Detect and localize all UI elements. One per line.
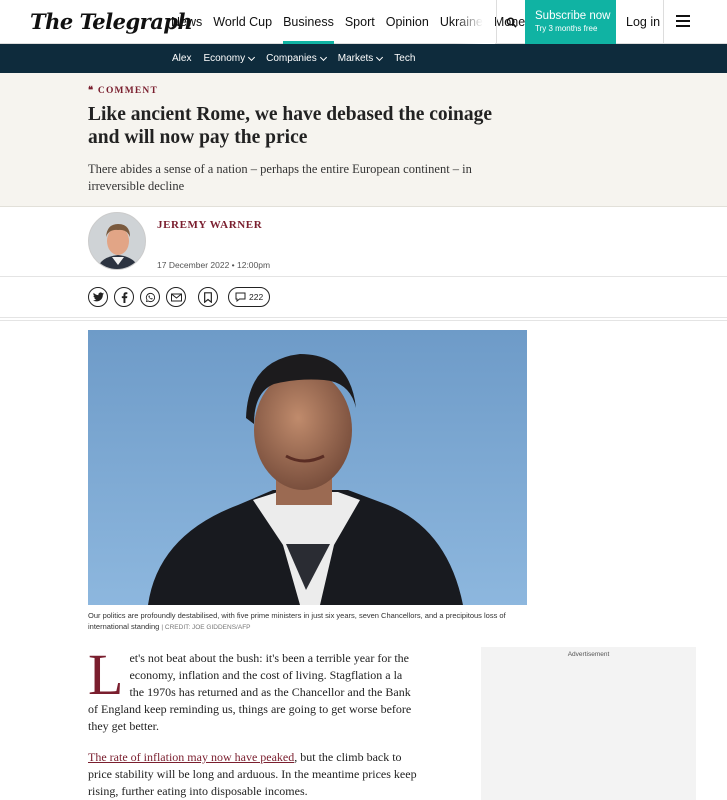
business-subnav: Alex Economy Companies Markets Tech [0, 44, 727, 73]
section-name: COMMENT [97, 86, 159, 96]
subscribe-label: Subscribe now [535, 10, 611, 22]
hamburger-menu-icon[interactable] [676, 15, 690, 27]
nav-world-cup[interactable]: World Cup [213, 0, 272, 44]
search-icon [506, 17, 517, 28]
bookmark-button[interactable] [198, 287, 218, 307]
portrait-photo [88, 330, 527, 605]
caption-text: Our politics are profoundly destabilised… [88, 611, 506, 631]
article-standfirst: There abides a sense of a nation – perha… [88, 162, 472, 193]
subnav-label: Alex [172, 53, 192, 64]
publish-date: 17 December 2022 • 12:00pm [157, 260, 271, 270]
nav-divider [663, 0, 664, 44]
author-portrait [89, 213, 145, 269]
image-credit: | CREDIT: JOE GIDDENS/AFP [161, 624, 251, 631]
whatsapp-icon [145, 292, 155, 302]
divider [0, 320, 727, 321]
author-name[interactable]: JEREMY WARNER [157, 219, 262, 231]
nav-fade-overlay [455, 0, 495, 44]
image-caption: Our politics are profoundly destabilised… [88, 610, 528, 633]
subnav-label: Tech [394, 53, 416, 64]
drop-cap: L [88, 642, 124, 707]
facebook-share-button[interactable] [114, 287, 134, 307]
article-header: ❝ COMMENT Like ancient Rome, we have deb… [0, 73, 727, 207]
advertisement-slot[interactable]: Advertisement [481, 647, 696, 800]
chevron-down-icon [376, 53, 384, 61]
paragraph: The rate of inflation may now have peake… [88, 749, 418, 800]
advertisement-label: Advertisement [567, 651, 610, 658]
chevron-down-icon [248, 53, 256, 61]
subnav-label: Markets [337, 53, 374, 64]
bookmark-icon [204, 291, 212, 303]
article-headline: Like ancient Rome, we have debased the c… [88, 104, 493, 148]
twitter-share-button[interactable] [88, 287, 108, 307]
article-body: Let's not beat about the bush: it's been… [88, 642, 418, 800]
divider [0, 317, 727, 318]
paragraph-text: et's not beat about the bush: it's been … [88, 651, 412, 733]
subnav-economy[interactable]: Economy [203, 53, 256, 64]
inflation-link[interactable]: The rate of inflation may now have peake… [88, 750, 294, 764]
subscribe-sublabel: Try 3 months free [535, 24, 598, 33]
email-share-button[interactable] [166, 287, 186, 307]
divider [0, 276, 727, 277]
subnav-label: Economy [203, 53, 246, 64]
comment-icon [235, 292, 246, 302]
nav-business[interactable]: Business [283, 0, 334, 44]
author-avatar[interactable] [88, 212, 146, 270]
paragraph: Let's not beat about the bush: it's been… [88, 642, 418, 735]
nav-sport[interactable]: Sport [345, 0, 375, 44]
comments-button[interactable]: 222 [228, 287, 271, 307]
share-toolbar: 222 [88, 287, 271, 307]
nav-news[interactable]: News [171, 0, 202, 44]
facebook-icon [121, 291, 127, 303]
search-button[interactable] [497, 0, 525, 44]
subnav-companies[interactable]: Companies [266, 53, 327, 64]
subnav-tech[interactable]: Tech [394, 53, 415, 64]
telegraph-logo[interactable]: The Telegraph [30, 9, 193, 34]
whatsapp-share-button[interactable] [140, 287, 160, 307]
nav-opinion[interactable]: Opinion [386, 0, 429, 44]
twitter-icon [92, 292, 104, 302]
subnav-markets[interactable]: Markets [337, 53, 384, 64]
comments-count: 222 [249, 292, 264, 302]
top-navigation-bar: The Telegraph News World Cup Business Sp… [0, 0, 727, 44]
subnav-alex[interactable]: Alex [172, 53, 191, 64]
chevron-down-icon [319, 53, 327, 61]
email-icon [170, 293, 182, 301]
section-label[interactable]: ❝ COMMENT [88, 85, 158, 96]
subnav-label: Companies [266, 53, 317, 64]
quote-icon: ❝ [88, 86, 98, 96]
login-link[interactable]: Log in [626, 15, 660, 29]
subscribe-button[interactable]: Subscribe now Try 3 months free [525, 0, 616, 44]
article-hero-image [88, 330, 527, 605]
